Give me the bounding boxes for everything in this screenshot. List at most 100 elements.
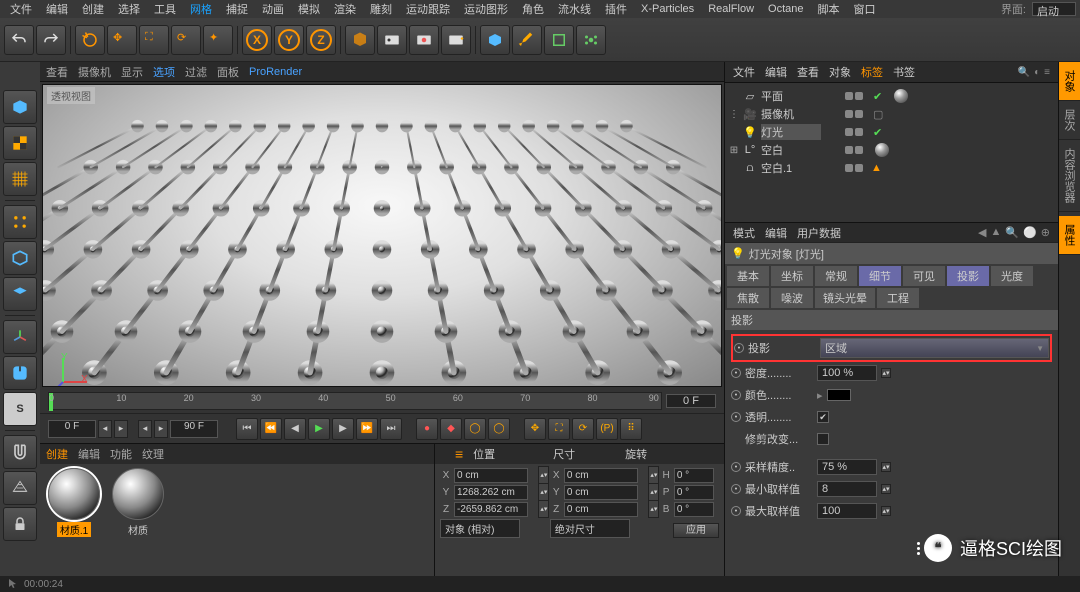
rotate-tool[interactable]: ⟳ xyxy=(171,25,201,55)
shadow-color-swatch[interactable] xyxy=(827,389,851,401)
material-tag-icon[interactable] xyxy=(875,143,889,157)
menu-xparticles[interactable]: X-Particles xyxy=(635,2,700,16)
shadow-type-dropdown[interactable]: 区域▼ xyxy=(820,338,1049,358)
transparent-checkbox[interactable]: ✔ xyxy=(817,411,829,423)
vtab-content[interactable]: 内容浏览器 xyxy=(1059,140,1080,212)
check-icon[interactable]: ✔ xyxy=(873,126,882,139)
param-bullet-icon[interactable]: • xyxy=(731,412,741,422)
goto-start-button[interactable]: ⏮ xyxy=(236,418,258,440)
play-button[interactable]: ▶ xyxy=(308,418,330,440)
move-tool[interactable]: ✥ xyxy=(107,25,137,55)
add-cube-button[interactable] xyxy=(480,25,510,55)
mat-tab-tex[interactable]: 纹理 xyxy=(142,446,164,462)
pos-x-field[interactable]: 0 cm xyxy=(454,468,528,483)
coord-mode-pos[interactable]: 对象 (相对) xyxy=(440,519,520,538)
render-region-button[interactable] xyxy=(441,25,471,55)
render-view-button[interactable] xyxy=(345,25,375,55)
next-key-button[interactable]: ⏩ xyxy=(356,418,378,440)
timeline-track[interactable]: 0 10 20 30 40 50 60 70 80 90 xyxy=(48,392,662,410)
nav-search-icon[interactable]: 🔍 xyxy=(1005,226,1019,239)
param-bullet-icon[interactable]: • xyxy=(731,506,741,516)
accuracy-field[interactable]: 75 % xyxy=(817,459,877,475)
goto-end-button[interactable]: ⏭ xyxy=(380,418,402,440)
vp-options[interactable]: 选项 xyxy=(153,64,175,80)
autokey-button[interactable]: ◆ xyxy=(440,418,462,440)
render-settings-button[interactable] xyxy=(377,25,407,55)
rot-b-field[interactable]: 0 ° xyxy=(674,502,714,517)
menu-script[interactable]: 脚本 xyxy=(812,0,846,18)
search-icon[interactable]: 🔍 xyxy=(1018,67,1030,78)
nav-lock-icon[interactable]: ⚪ xyxy=(1023,226,1037,239)
timeline-current-frame[interactable]: 0 F xyxy=(666,394,716,408)
scale-tool[interactable]: ⛶ xyxy=(139,25,169,55)
scale-key-icon[interactable]: ⛶ xyxy=(548,418,570,440)
axis-mode[interactable] xyxy=(3,320,37,354)
vp-camera[interactable]: 摄像机 xyxy=(78,64,111,80)
eye-icon[interactable]: ◐ xyxy=(1034,67,1040,78)
am-edit[interactable]: 编辑 xyxy=(765,225,787,241)
undo-button[interactable] xyxy=(4,25,34,55)
start-dec[interactable]: ◂ xyxy=(98,420,112,438)
attr-tab-coord[interactable]: 坐标 xyxy=(771,266,813,286)
vtab-objects[interactable]: 对象 xyxy=(1059,62,1080,101)
vp-prorender[interactable]: ProRender xyxy=(249,66,302,78)
object-row-null[interactable]: ⊞ L° 空白 xyxy=(729,141,1054,159)
coord-grip-icon[interactable]: ≡ xyxy=(455,446,463,462)
clip-checkbox[interactable] xyxy=(817,433,829,445)
menu-character[interactable]: 角色 xyxy=(516,0,550,18)
mat-tab-create[interactable]: 创建 xyxy=(46,446,68,462)
om-edit[interactable]: 编辑 xyxy=(765,64,787,80)
model-mode[interactable] xyxy=(3,90,37,124)
mat-tab-edit[interactable]: 编辑 xyxy=(78,446,100,462)
menu-octane[interactable]: Octane xyxy=(762,2,809,16)
pos-key-icon[interactable]: ✥ xyxy=(524,418,546,440)
prev-key-button[interactable]: ⏪ xyxy=(260,418,282,440)
timeline-ruler[interactable]: 0 10 20 30 40 50 60 70 80 90 0 F xyxy=(40,389,724,413)
layers-icon[interactable]: ≡ xyxy=(1044,67,1050,78)
menu-edit[interactable]: 编辑 xyxy=(40,0,74,18)
texture-mode[interactable] xyxy=(3,126,37,160)
end-inc[interactable]: ▸ xyxy=(154,420,168,438)
magnet-icon[interactable] xyxy=(3,435,37,469)
param-bullet-icon[interactable]: • xyxy=(731,390,741,400)
attr-tab-general[interactable]: 常规 xyxy=(815,266,857,286)
end-frame-field[interactable]: 90 F xyxy=(170,420,218,438)
param-bullet-icon[interactable]: • xyxy=(731,484,741,494)
arrow-icon[interactable]: ▸ xyxy=(817,389,823,402)
rot-key-icon[interactable]: ⟳ xyxy=(572,418,594,440)
check-icon[interactable]: ▢ xyxy=(873,108,883,121)
check-icon[interactable]: ✔ xyxy=(873,90,882,103)
menu-select[interactable]: 选择 xyxy=(112,0,146,18)
lock-icon[interactable] xyxy=(3,507,37,541)
snap-toggle[interactable]: S xyxy=(3,392,37,426)
object-row-null1[interactable]: ⩍ 空白.1 ▲ xyxy=(729,159,1054,177)
param-bullet-icon[interactable]: • xyxy=(731,368,741,378)
menu-render[interactable]: 渲染 xyxy=(328,0,362,18)
nav-up-icon[interactable]: ▲ xyxy=(990,226,1001,239)
pos-z-field[interactable]: -2659.862 cm xyxy=(454,502,528,517)
material-thumb-2[interactable]: 材质 xyxy=(108,468,168,573)
om-view[interactable]: 查看 xyxy=(797,64,819,80)
axis-y-toggle[interactable]: Y xyxy=(274,25,304,55)
vp-display[interactable]: 显示 xyxy=(121,64,143,80)
menu-simulate[interactable]: 模拟 xyxy=(292,0,326,18)
attr-tab-shadow[interactable]: 投影 xyxy=(947,266,989,286)
record-button[interactable]: ● xyxy=(416,418,438,440)
object-row-plane[interactable]: ▱ 平面 ✔ xyxy=(729,87,1054,105)
vtab-layers[interactable]: 层次 xyxy=(1059,101,1080,140)
mat-tab-func[interactable]: 功能 xyxy=(110,446,132,462)
attr-tab-basic[interactable]: 基本 xyxy=(727,266,769,286)
param-bullet-icon[interactable]: • xyxy=(734,343,744,353)
om-tags[interactable]: 标签 xyxy=(861,64,883,80)
nav-back-icon[interactable]: ◀ xyxy=(978,226,986,239)
menu-realflow[interactable]: RealFlow xyxy=(702,2,760,16)
density-field[interactable]: 100 % xyxy=(817,365,877,381)
am-mode[interactable]: 模式 xyxy=(733,225,755,241)
keyframe-opt-button[interactable]: ◯ xyxy=(488,418,510,440)
menu-create[interactable]: 创建 xyxy=(76,0,110,18)
next-frame-button[interactable]: ▶ xyxy=(332,418,354,440)
vtab-attributes[interactable]: 属性 xyxy=(1059,216,1080,255)
menu-tools[interactable]: 工具 xyxy=(148,0,182,18)
attr-tab-detail[interactable]: 细节 xyxy=(859,266,901,286)
perspective-viewport[interactable]: 透视视图 XY xyxy=(42,84,722,387)
